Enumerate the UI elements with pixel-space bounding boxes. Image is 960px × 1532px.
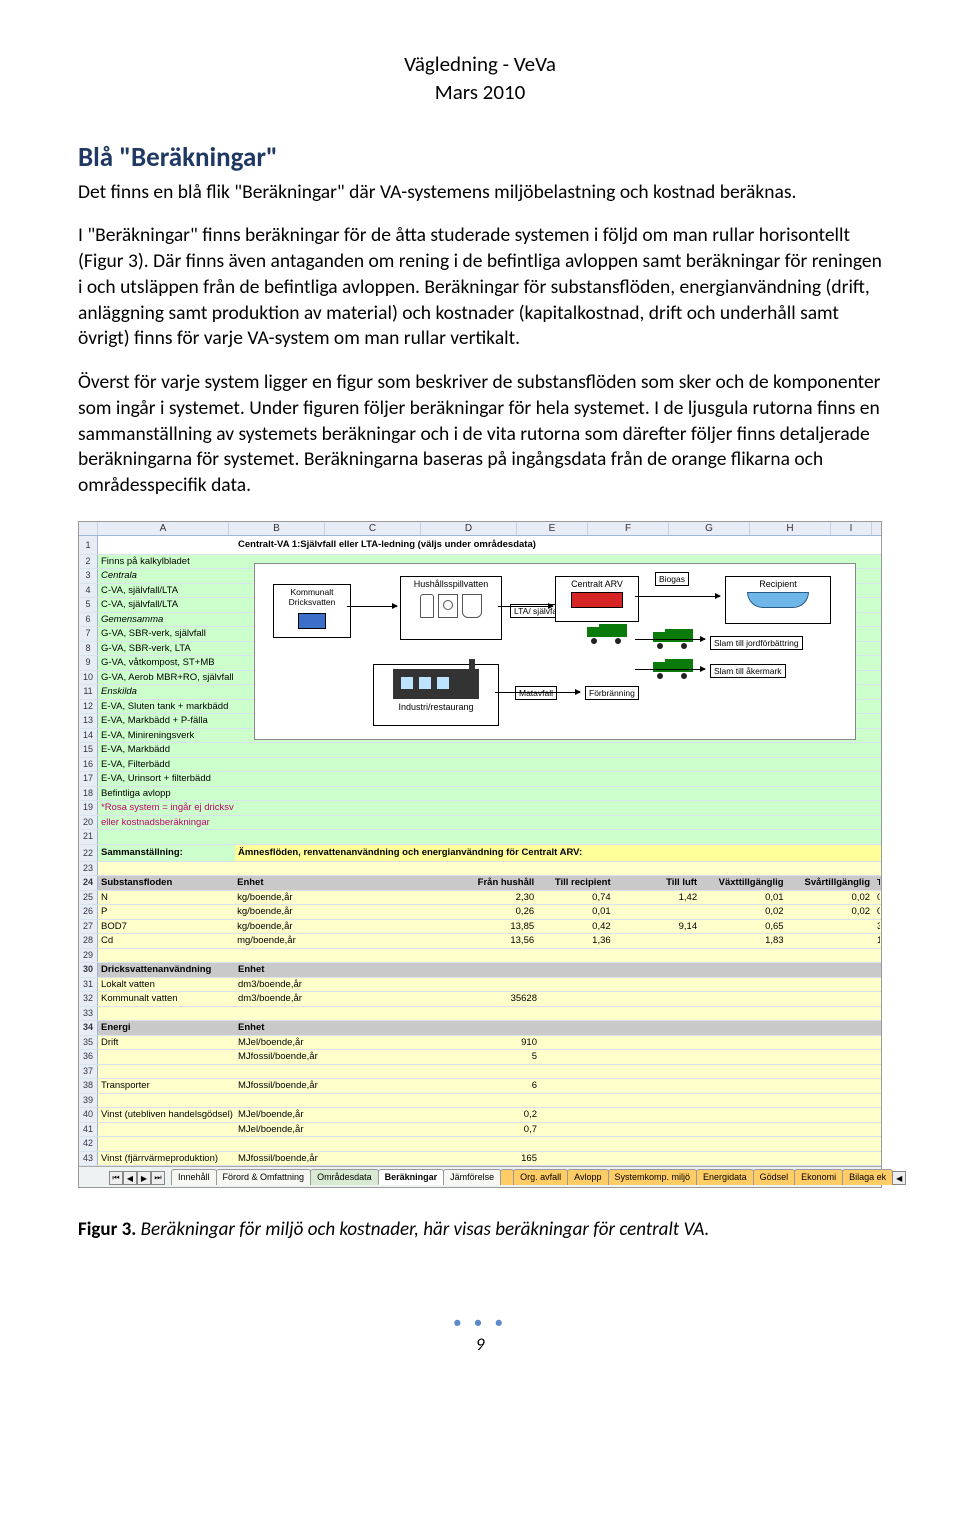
page-number: 9 xyxy=(78,1333,882,1355)
col-E: E xyxy=(517,522,588,535)
label-slam2: Slam till åkermark xyxy=(710,664,786,678)
scrollbar-end[interactable]: ◀ xyxy=(892,1171,906,1185)
samman-row: 22 Sammanställning: Ämnesflöden, renvatt… xyxy=(79,845,881,862)
sheet-tab[interactable]: Ekonomi xyxy=(794,1169,843,1185)
sheet-tab[interactable]: Innehåll xyxy=(171,1169,217,1185)
box-industri: Industri/restaurang xyxy=(373,664,499,726)
data-row: 32Kommunalt vattendm3/boende,år35628 xyxy=(79,992,881,1007)
footer-dots-icon: • • • xyxy=(78,1311,882,1333)
header-subtitle: Mars 2010 xyxy=(78,78,882,106)
title-row: 1 Centralt-VA 1:Självfall eller LTA-ledn… xyxy=(79,536,881,555)
page-footer: • • • 9 xyxy=(78,1311,882,1355)
list-row: 15E-VA, Markbädd xyxy=(79,743,881,758)
data-row: 35DriftMJel/boende,år910 xyxy=(79,1036,881,1051)
data-row: 28Cdmg/boende,år13,561,361,8310,38 xyxy=(79,934,881,949)
box-hushall: Hushållsspillvatten xyxy=(400,576,502,640)
table-header-row: 24 Substansfloden Enhet Från hushåll Til… xyxy=(79,876,881,891)
col-G: G xyxy=(669,522,750,535)
col-H: H xyxy=(750,522,831,535)
sheet-tab[interactable]: Områdesdata xyxy=(310,1169,379,1185)
section-heading: Blå "Beräkningar" xyxy=(78,141,882,174)
data-row: 26Pkg/boende,år0,260,010,020,020,21 xyxy=(79,905,881,920)
box-arv: Centralt ARV xyxy=(555,576,639,622)
data-row: 41MJel/boende,år0,7 xyxy=(79,1123,881,1138)
label-matavfall: Matavfall xyxy=(515,686,557,700)
sheet-tab[interactable] xyxy=(500,1169,514,1185)
truck-icon xyxy=(653,659,695,676)
label-biogas: Biogas xyxy=(655,572,689,586)
arrow-icon xyxy=(635,639,705,640)
sheet-tab[interactable]: Org. avfall xyxy=(513,1169,568,1185)
dricks-header-row: 30 Dricksvattenanvändning Enhet xyxy=(79,963,881,978)
truck-icon xyxy=(587,624,629,641)
row29: 29 xyxy=(79,949,881,964)
figure-caption: Figur 3. Beräkningar för miljö och kostn… xyxy=(78,1218,882,1241)
col-F: F xyxy=(588,522,669,535)
column-headers: A B C D E F G H I xyxy=(79,522,881,536)
caption-text: Beräkningar för miljö och kostnader, här… xyxy=(136,1218,709,1241)
row23: 23 xyxy=(79,862,881,877)
label-slam1: Slam till jordförbättring xyxy=(710,636,803,650)
arrow-icon xyxy=(635,669,705,670)
row33: 33 xyxy=(79,1007,881,1022)
data-row: 27BOD7kg/boende,år13,850,429,140,653,66 xyxy=(79,920,881,935)
figure-3: A B C D E F G H I 1 Centralt-VA 1:Självf… xyxy=(78,521,882,1189)
samman-title: Ämnesflöden, renvattenanvändning och ene… xyxy=(235,845,881,861)
arrow-icon xyxy=(635,596,720,597)
list-row: 19*Rosa system = ingår ej dricksvatten- xyxy=(79,801,881,816)
last-tab-icon: ⏭ xyxy=(151,1171,165,1185)
sheet-tab[interactable]: Systemkomp. miljö xyxy=(608,1169,698,1185)
box-kommunalt: Kommunalt Dricksvatten xyxy=(273,584,351,638)
data-row: 39 xyxy=(79,1094,881,1109)
data-row: 42 xyxy=(79,1137,881,1152)
sheet-title: Centralt-VA 1:Självfall eller LTA-lednin… xyxy=(235,536,881,554)
col-D: D xyxy=(421,522,517,535)
excel-screenshot: A B C D E F G H I 1 Centralt-VA 1:Självf… xyxy=(78,521,882,1189)
first-tab-icon: ⏮ xyxy=(109,1171,123,1185)
header-title: Vägledning - VeVa xyxy=(78,50,882,78)
data-row: 37 xyxy=(79,1065,881,1080)
sheet-tab[interactable]: Gödsel xyxy=(753,1169,796,1185)
sheet-tab[interactable]: Bilaga ek xyxy=(842,1169,893,1185)
sheet-tab[interactable]: Energidata xyxy=(696,1169,754,1185)
sheet-tab[interactable]: Förord & Omfattning xyxy=(216,1169,312,1185)
next-tab-icon: ▶ xyxy=(137,1171,151,1185)
sheet-tab[interactable]: Beräkningar xyxy=(378,1169,445,1185)
label-forbranning: Förbränning xyxy=(585,686,639,700)
col-A: A xyxy=(98,522,229,535)
system-diagram: Kommunalt Dricksvatten Hushållsspillvatt… xyxy=(254,563,856,740)
list-header: Finns på kalkylbladet xyxy=(98,555,235,569)
list-row: 20eller kostnadsberäkningar xyxy=(79,816,881,831)
list-row: 18Befintliga avlopp xyxy=(79,787,881,802)
sheet-tab-bar: ⏮◀▶⏭ InnehållFörord & OmfattningOmrådesd… xyxy=(79,1166,881,1187)
truck-icon xyxy=(653,629,695,646)
body-paragraph-1: Det finns en blå flik "Beräkningar" där … xyxy=(78,180,882,206)
energi-header-row: 34 Energi Enhet xyxy=(79,1021,881,1036)
list-row: 21 xyxy=(79,830,881,845)
tab-nav-buttons[interactable]: ⏮◀▶⏭ xyxy=(109,1171,165,1185)
list-row: 16E-VA, Filterbädd xyxy=(79,758,881,773)
col-C: C xyxy=(325,522,421,535)
caption-label: Figur 3. xyxy=(78,1218,136,1241)
body-paragraph-2: I "Beräkningar" finns beräkningar för de… xyxy=(78,223,882,352)
data-row: 40Vinst (utebliven handelsgödsel)MJel/bo… xyxy=(79,1108,881,1123)
col-I: I xyxy=(831,522,872,535)
samman-label: Sammanställning: xyxy=(98,845,235,861)
data-row: 31Lokalt vattendm3/boende,år xyxy=(79,978,881,993)
data-row: 36MJfossil/boende,år5 xyxy=(79,1050,881,1065)
prev-tab-icon: ◀ xyxy=(123,1171,137,1185)
arrow-icon xyxy=(495,692,580,693)
data-row: 25Nkg/boende,år2,300,741,420,010,020,12 xyxy=(79,891,881,906)
page-header: Vägledning - VeVa Mars 2010 xyxy=(78,50,882,107)
arrow-icon xyxy=(498,606,553,607)
data-row: 38TransporterMJfossil/boende,år6 xyxy=(79,1079,881,1094)
arrow-icon xyxy=(347,606,397,607)
list-row: 17E-VA, Urinsort + filterbädd xyxy=(79,772,881,787)
box-recipient: Recipient xyxy=(725,576,831,624)
sheet-tab[interactable]: Jämförelse xyxy=(443,1169,501,1185)
sheet-tab[interactable]: Avlopp xyxy=(567,1169,608,1185)
col-B: B xyxy=(229,522,325,535)
data-row: 43Vinst (fjärrvärmeproduktion)MJfossil/b… xyxy=(79,1152,881,1167)
body-paragraph-3: Överst för varje system ligger en figur … xyxy=(78,370,882,499)
